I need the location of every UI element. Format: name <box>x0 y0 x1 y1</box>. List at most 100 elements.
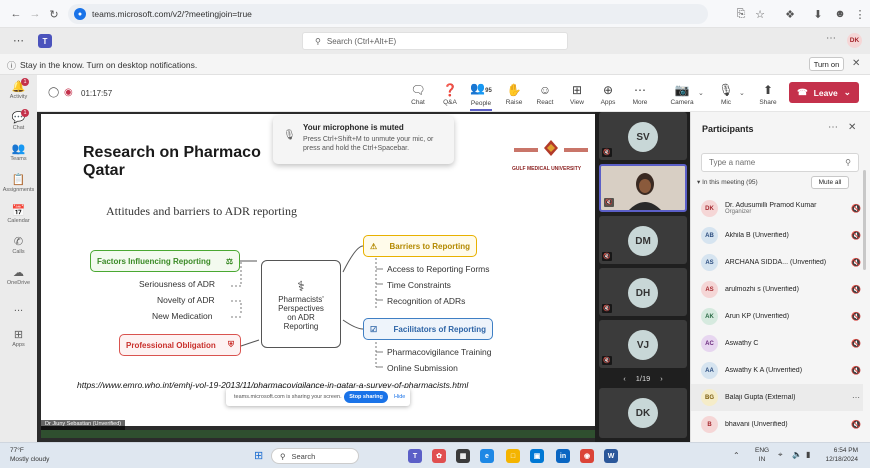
rail-item-activity[interactable]: 🔔 Activity 1 <box>0 75 37 106</box>
in-meeting-header[interactable]: ▾ In this meeting (95) <box>697 178 758 186</box>
apps-button[interactable]: ⊕ Apps <box>598 79 618 109</box>
forward-icon[interactable]: → <box>27 6 43 22</box>
user-avatar[interactable]: DK <box>847 33 862 48</box>
teams-app-icon[interactable]: T <box>408 449 422 463</box>
rail-item-more[interactable]: ... <box>0 292 37 323</box>
bookmark-star-icon[interactable]: ☆ <box>752 6 768 22</box>
word-icon[interactable]: W <box>604 449 618 463</box>
video-tile[interactable]: VJ 🔇 <box>599 320 687 368</box>
tray-chevron-icon[interactable]: ⌃ <box>733 451 740 460</box>
scrollbar[interactable] <box>863 170 866 270</box>
rail-item-chat[interactable]: 💬 Chat 1 <box>0 106 37 137</box>
copilot-icon[interactable]: ✿ <box>432 449 446 463</box>
linkedin-icon[interactable]: in <box>556 449 570 463</box>
taskbar-search[interactable]: ⚲ Search <box>271 448 359 464</box>
leave-chevron-icon[interactable]: ⌄ <box>844 87 851 98</box>
panel-more-icon[interactable]: ⋯ <box>828 122 838 133</box>
rail-item-onedrive[interactable]: ☁ OneDrive <box>0 261 37 292</box>
more-button[interactable]: ⋯ More <box>630 79 650 109</box>
mic-off-icon: 🔇 <box>851 420 861 429</box>
app-launcher-icon[interactable]: ⋯ <box>13 34 24 47</box>
chrome-icon[interactable]: ◉ <box>580 449 594 463</box>
url-text: teams.microsoft.com/v2/?meetingjoin=true <box>92 9 252 19</box>
file-explorer-icon[interactable]: ▦ <box>456 449 470 463</box>
profile-icon[interactable]: ☻ <box>832 6 848 22</box>
participant-search-input[interactable]: Type a name ⚲ <box>701 153 859 172</box>
shield-icon[interactable]: ◯ <box>48 87 59 98</box>
turn-on-notifications-button[interactable]: Turn on <box>809 57 844 71</box>
store-icon[interactable]: ▣ <box>530 449 544 463</box>
settings-more-icon[interactable]: ⋯ <box>826 33 836 44</box>
browser-menu-icon[interactable]: ⋮ <box>852 6 868 22</box>
participant-row[interactable]: Bbhavani (Unverified) 🔇 <box>691 411 863 438</box>
mic-chevron-icon[interactable]: ⌄ <box>739 89 745 97</box>
raise-hand-button[interactable]: ✋ Raise <box>504 79 524 109</box>
video-tile-live[interactable]: 🔇 <box>599 164 687 212</box>
rail-item-assignments[interactable]: 📋 Assignments <box>0 168 37 199</box>
folder-icon[interactable]: □ <box>506 449 520 463</box>
share-icon: ⬆ <box>762 82 774 97</box>
video-tile[interactable]: DK <box>599 388 687 438</box>
language-indicator[interactable]: ENG IN <box>755 446 769 464</box>
teams-icon: 👥 <box>11 143 26 155</box>
participant-more-icon[interactable]: ⋯ <box>851 393 861 402</box>
participant-row[interactable]: DK Dr. Adusumilli Pramod Kumar Organizer 🔇 <box>691 195 863 222</box>
mic-off-icon: 🔇 <box>602 304 612 313</box>
qa-button[interactable]: ❓ Q&A <box>440 79 460 109</box>
wifi-icon[interactable]: ⌖ <box>778 450 783 460</box>
install-app-icon[interactable]: ⎘ <box>733 6 749 22</box>
share-button[interactable]: ⬆ Share <box>758 79 778 109</box>
address-bar[interactable]: ● teams.microsoft.com/v2/?meetingjoin=tr… <box>68 4 708 24</box>
view-button[interactable]: ⊞ View <box>567 79 587 109</box>
windows-start-icon[interactable]: ⊞ <box>254 449 263 462</box>
participant-row[interactable]: AA Aswathy K A (Unverified) 🔇 <box>691 357 863 384</box>
phone-hangup-icon: ☎ <box>797 87 808 97</box>
mute-all-button[interactable]: Mute all <box>811 176 849 189</box>
extensions-icon[interactable]: ❖ <box>782 6 798 22</box>
volume-icon[interactable]: 🔈 <box>792 450 802 459</box>
battery-icon[interactable]: ▮ <box>806 450 810 459</box>
teams-search-input[interactable]: ⚲ Search (Ctrl+Alt+E) <box>302 32 568 50</box>
back-icon[interactable]: ← <box>8 6 24 22</box>
mic-off-icon: 🔇 <box>851 258 861 267</box>
taskbar-clock[interactable]: 6:54 PM 12/18/2024 <box>818 446 858 464</box>
hide-share-bar-link[interactable]: Hide <box>394 394 405 400</box>
notification-text: Stay in the know. Turn on desktop notifi… <box>20 60 198 70</box>
site-info-icon[interactable]: ● <box>74 8 86 20</box>
participant-row[interactable]: AC Aswathy C 🔇 <box>691 330 863 357</box>
participant-row[interactable]: AS arulmozhi s (Unverified) 🔇 <box>691 276 863 303</box>
close-icon[interactable]: ✕ <box>852 58 860 69</box>
download-icon[interactable]: ⬇ <box>810 6 826 22</box>
leave-button[interactable]: ☎ Leave ⌄ <box>789 82 859 103</box>
react-button[interactable]: ☺ React <box>534 79 556 109</box>
chevron-right-icon[interactable]: › <box>660 374 663 383</box>
participant-name-block: Aswathy K A (Unverified) <box>725 367 851 374</box>
edge-browser-icon[interactable]: e <box>480 449 494 463</box>
rail-item-calendar[interactable]: 📅 Calendar <box>0 199 37 230</box>
chat-badge: 1 <box>21 109 29 117</box>
mic-button[interactable]: 🎙 Mic <box>717 79 735 109</box>
participant-row[interactable]: AK Arun KP (Unverified) 🔇 <box>691 303 863 330</box>
activity-badge: 1 <box>21 78 29 86</box>
participant-row[interactable]: AS ARCHANA SIDDA... (Unverified) 🔇 <box>691 249 863 276</box>
chat-button[interactable]: 🗨 Chat <box>408 79 428 109</box>
participant-avatar: DK <box>701 200 718 217</box>
chevron-left-icon[interactable]: ‹ <box>623 374 626 383</box>
camera-chevron-icon[interactable]: ⌄ <box>698 89 704 97</box>
rail-item-apps[interactable]: ⊞ Apps <box>0 323 37 354</box>
video-tile[interactable]: DM 🔇 <box>599 216 687 264</box>
rail-item-teams[interactable]: 👥 Teams <box>0 137 37 168</box>
people-button[interactable]: 👥95 People <box>468 79 494 109</box>
weather-widget[interactable]: 77°F Mostly cloudy <box>10 446 49 464</box>
rail-item-calls[interactable]: ✆ Calls <box>0 230 37 261</box>
participant-row[interactable]: AB Akhila B (Unverified) 🔇 <box>691 222 863 249</box>
camera-button[interactable]: 📷 Camera <box>669 79 695 109</box>
participant-name-block: Arun KP (Unverified) <box>725 313 851 320</box>
close-panel-icon[interactable]: ✕ <box>848 122 856 133</box>
video-tile[interactable]: SV 🔇 <box>599 112 687 160</box>
video-tile[interactable]: DH 🔇 <box>599 268 687 316</box>
apps-icon: ⊞ <box>13 329 24 341</box>
stop-sharing-button[interactable]: Stop sharing <box>344 391 388 403</box>
participant-row[interactable]: BG Balaji Gupta (External) ⋯ <box>691 384 863 411</box>
reload-icon[interactable]: ↻ <box>46 6 62 22</box>
